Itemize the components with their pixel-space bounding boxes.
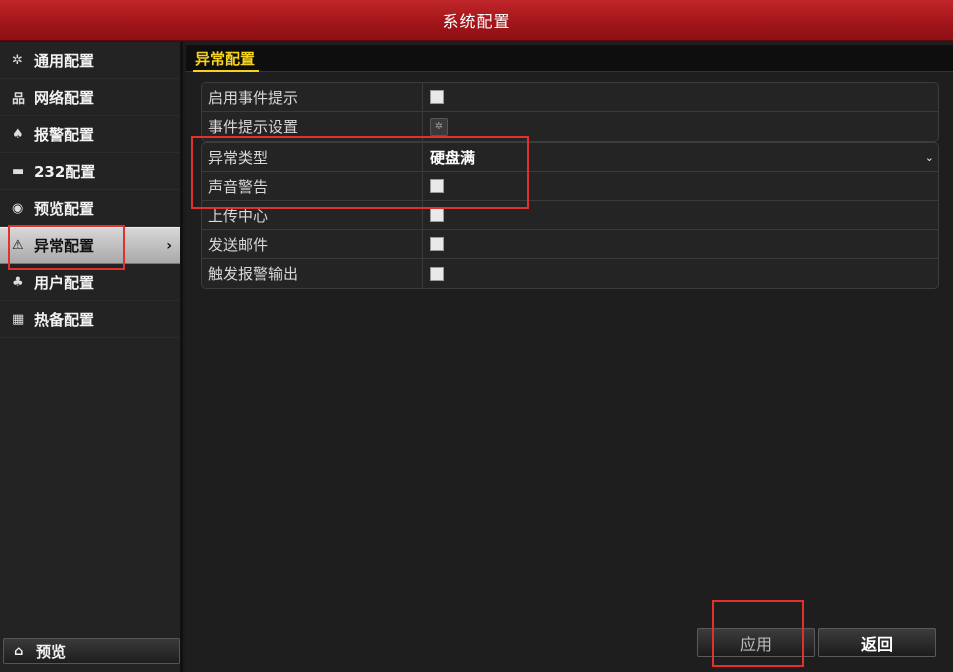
chevron-right-icon: ›: [166, 237, 172, 254]
warning-icon: ⚠: [12, 238, 24, 253]
apply-button-label: 应用: [739, 634, 772, 654]
main-panel: 异常配置 启用事件提示 事件提示设置 ✲ 异常类型 硬盘满 ⌄ 声音警告 上传中…: [186, 42, 953, 672]
enable-event-hint-checkbox[interactable]: [430, 90, 444, 104]
gear-icon: ✲: [434, 121, 444, 132]
home-icon: ⌂: [14, 643, 24, 659]
hot-backup-icon: ▦: [12, 311, 25, 327]
exception-settings-group: 异常类型 硬盘满 ⌄ 声音警告 上传中心 发送邮件 触发报警输出: [201, 142, 939, 289]
audible-warning-checkbox[interactable]: [430, 179, 444, 193]
trigger-alarm-output-checkbox[interactable]: [430, 266, 444, 281]
sidebar-item-preview-config[interactable]: ◉ 预览配置: [0, 190, 180, 227]
row-label: 上传中心: [202, 201, 423, 229]
serial-port-icon: ▬: [12, 163, 25, 179]
sidebar-item-exception[interactable]: ⚠ 异常配置 ›: [0, 227, 180, 264]
alarm-icon: ♠: [12, 126, 24, 142]
row-label: 启用事件提示: [202, 83, 423, 111]
sidebar-item-general[interactable]: ✲ 通用配置: [0, 42, 180, 79]
settings-row: 上传中心: [202, 201, 938, 230]
send-email-checkbox[interactable]: [430, 237, 444, 251]
tab-exception-config[interactable]: 异常配置: [193, 48, 260, 72]
apply-button[interactable]: 应用: [697, 628, 815, 657]
settings-row: 事件提示设置 ✲: [202, 112, 938, 141]
window-title-bar: 系统配置: [0, 0, 953, 41]
sidebar: ✲ 通用配置 品 网络配置 ♠ 报警配置 ▬ 232配置 ◉ 预览配置 ⚠ 异常…: [0, 42, 183, 672]
sidebar-item-hot-backup[interactable]: ▦ 热备配置: [0, 301, 180, 338]
notify-center-checkbox[interactable]: [430, 208, 444, 222]
settings-row: 触发报警输出: [202, 259, 938, 288]
tab-bar: 异常配置: [186, 45, 953, 72]
sidebar-item-label: 预览配置: [34, 199, 95, 218]
chevron-down-icon: ⌄: [924, 150, 934, 164]
preview-button[interactable]: ⌂ 预览: [3, 638, 180, 664]
sidebar-item-network[interactable]: 品 网络配置: [0, 79, 180, 116]
network-icon: 品: [12, 91, 26, 107]
settings-row: 启用事件提示: [202, 83, 938, 112]
eye-icon: ◉: [12, 200, 24, 216]
back-button-label: 返回: [860, 634, 893, 654]
row-label: 发送邮件: [202, 230, 423, 258]
exception-type-value: 硬盘满: [430, 148, 476, 167]
event-hint-settings-button[interactable]: ✲: [430, 117, 448, 136]
exception-type-select[interactable]: 硬盘满 ⌄: [423, 143, 938, 171]
sidebar-item-label: 报警配置: [34, 125, 95, 144]
gear-icon: ✲: [12, 52, 23, 68]
sidebar-item-label: 异常配置: [34, 237, 95, 255]
sidebar-item-alarm[interactable]: ♠ 报警配置: [0, 116, 180, 153]
sidebar-item-label: 通用配置: [34, 51, 95, 70]
sidebar-item-label: 热备配置: [34, 310, 95, 329]
sidebar-item-label: 用户配置: [34, 273, 95, 292]
row-label: 声音警告: [202, 172, 423, 200]
settings-row: 声音警告: [202, 172, 938, 201]
row-label: 触发报警输出: [202, 259, 423, 288]
sidebar-item-user[interactable]: ♣ 用户配置: [0, 264, 180, 301]
users-icon: ♣: [12, 274, 24, 290]
window-title: 系统配置: [442, 12, 511, 31]
sidebar-item-label: 232配置: [34, 162, 96, 181]
settings-row: 发送邮件: [202, 230, 938, 259]
row-label: 异常类型: [202, 143, 423, 171]
back-button[interactable]: 返回: [818, 628, 936, 657]
settings-row: 异常类型 硬盘满 ⌄: [202, 143, 938, 172]
event-hint-group: 启用事件提示 事件提示设置 ✲: [201, 82, 939, 142]
sidebar-item-232[interactable]: ▬ 232配置: [0, 153, 180, 190]
preview-button-label: 预览: [36, 642, 67, 661]
row-label: 事件提示设置: [202, 112, 423, 141]
sidebar-item-label: 网络配置: [34, 88, 95, 107]
